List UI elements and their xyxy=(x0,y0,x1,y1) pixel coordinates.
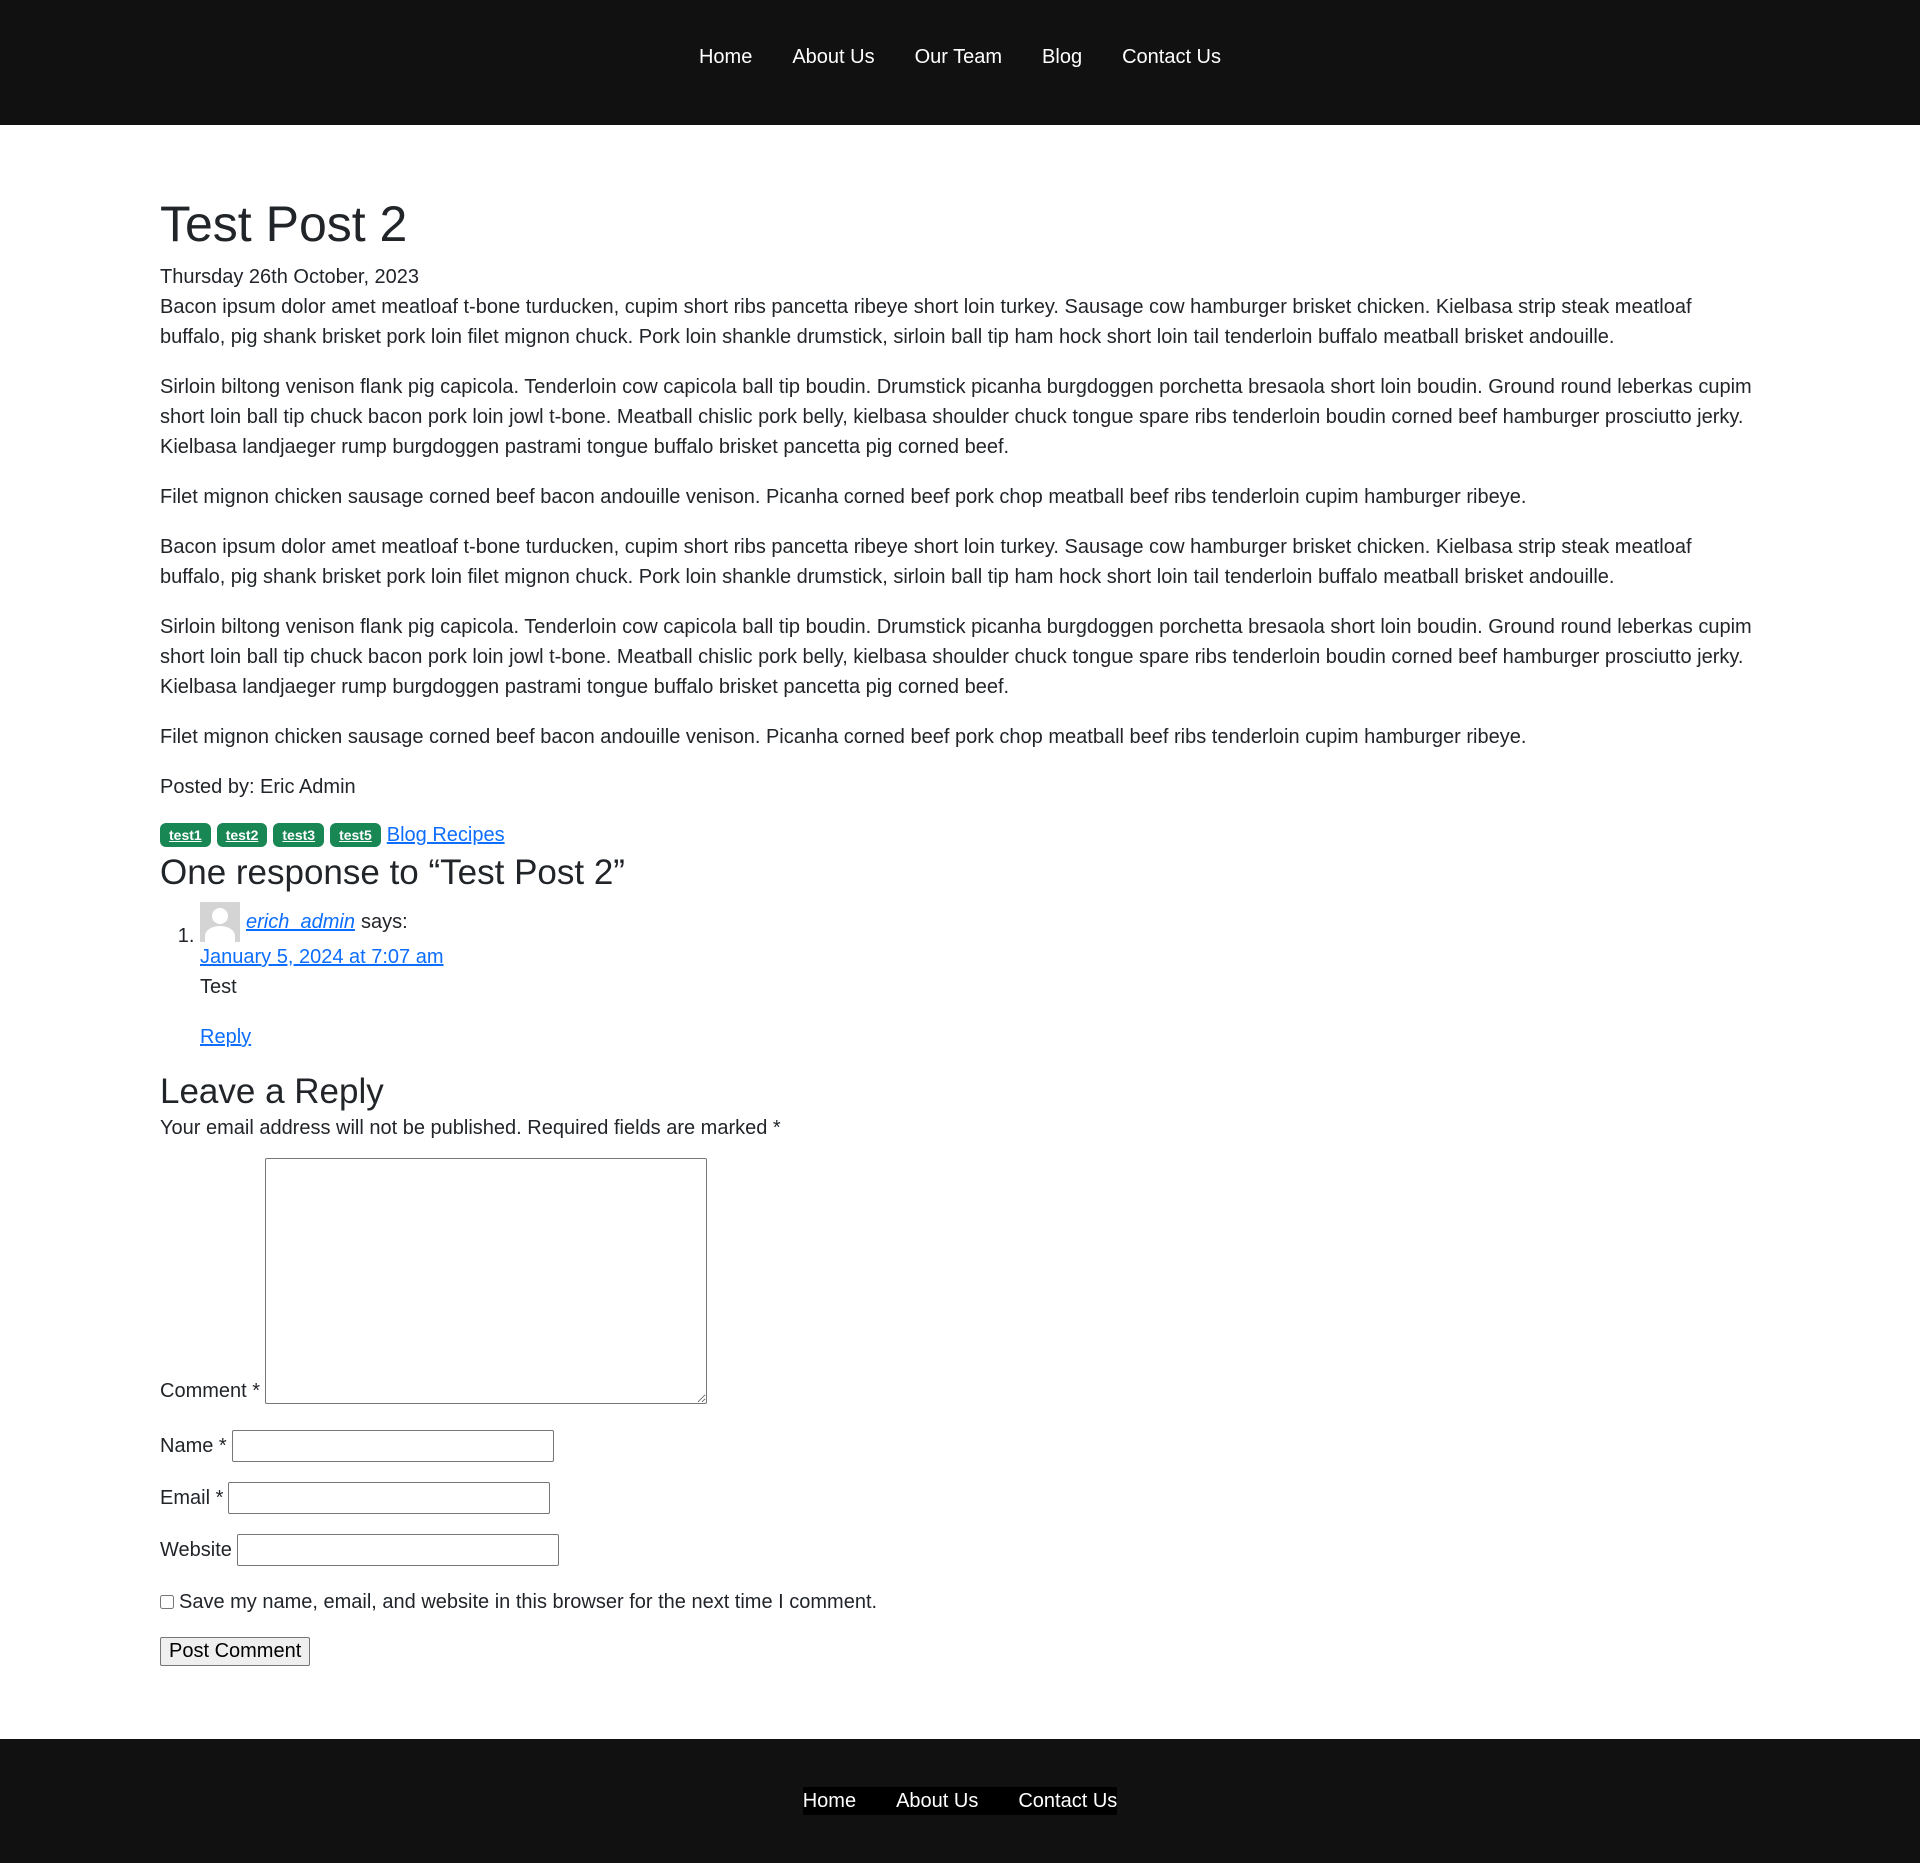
cookies-consent-row: Save my name, email, and website in this… xyxy=(160,1587,1760,1617)
cookies-consent-label: Save my name, email, and website in this… xyxy=(179,1591,878,1613)
comment-item: erich_admin says: January 5, 2024 at 7:0… xyxy=(200,902,1760,1052)
reply-form-section: Leave a Reply Your email address will no… xyxy=(160,1071,1760,1666)
email-field-row: Email * xyxy=(160,1482,1760,1514)
post-paragraph: Filet mignon chicken sausage corned beef… xyxy=(160,486,1527,508)
tag-badge-test3[interactable]: test3 xyxy=(273,823,325,847)
name-field-row: Name * xyxy=(160,1430,1760,1462)
post-comment-button[interactable]: Post Comment xyxy=(160,1637,311,1666)
footer-link-home[interactable]: Home xyxy=(803,1787,876,1815)
comment-field-row: Comment * xyxy=(160,1158,1760,1404)
tag-badge-test1[interactable]: test1 xyxy=(160,823,211,847)
footer-link-about-us[interactable]: About Us xyxy=(876,1787,998,1815)
comment-date-link[interactable]: January 5, 2024 at 7:07 am xyxy=(200,942,1760,972)
header-nav-list: Home About Us Our Team Blog Contact Us xyxy=(679,34,1241,91)
comment-meta: erich_admin says: xyxy=(200,902,1760,942)
comment-text: Test xyxy=(200,976,237,998)
tag-badge-test5[interactable]: test5 xyxy=(330,823,381,847)
reply-notice: Your email address will not be published… xyxy=(160,1117,781,1139)
comments-heading: One response to “Test Post 2” xyxy=(160,853,625,892)
comment-label: Comment * xyxy=(160,1380,261,1402)
comment-says: says: xyxy=(360,911,408,933)
nav-link-contact-us[interactable]: Contact Us xyxy=(1102,34,1241,80)
post: Test Post 2 Thursday 26th October, 2023 … xyxy=(160,194,1760,850)
post-paragraph: Filet mignon chicken sausage corned beef… xyxy=(160,726,1527,748)
cookies-consent-checkbox[interactable] xyxy=(160,1595,174,1609)
email-label: Email * xyxy=(160,1487,224,1509)
comment-textarea[interactable] xyxy=(265,1158,708,1404)
footer: Home About Us Contact Us xyxy=(0,1739,1920,1863)
website-input[interactable] xyxy=(236,1534,559,1566)
post-paragraph: Sirloin biltong venison flank pig capico… xyxy=(160,376,1752,458)
post-body: Bacon ipsum dolor amet meatloaf t-bone t… xyxy=(160,292,1760,752)
post-author: Posted by: Eric Admin xyxy=(160,776,356,798)
comment-reply-link[interactable]: Reply xyxy=(200,1022,1760,1052)
comment-list: erich_admin says: January 5, 2024 at 7:0… xyxy=(160,902,1760,1052)
email-input[interactable] xyxy=(228,1482,551,1514)
nav-link-our-team[interactable]: Our Team xyxy=(895,34,1022,80)
nav-link-home[interactable]: Home xyxy=(679,34,772,80)
comment-author-link[interactable]: erich_admin xyxy=(246,907,355,937)
main-content: Test Post 2 Thursday 26th October, 2023 … xyxy=(160,125,1760,1706)
comments-section: One response to “Test Post 2” erich_admi… xyxy=(160,852,1760,1052)
reply-heading: Leave a Reply xyxy=(160,1072,384,1111)
post-date: Thursday 26th October, 2023 xyxy=(160,266,420,288)
name-input[interactable] xyxy=(231,1430,554,1462)
post-paragraph: Bacon ipsum dolor amet meatloaf t-bone t… xyxy=(160,536,1692,588)
post-title: Test Post 2 xyxy=(160,196,408,252)
post-tags: test1 test2 test3 test5 Blog Recipes xyxy=(160,820,1760,850)
nav-link-about-us[interactable]: About Us xyxy=(772,34,894,80)
name-label: Name * xyxy=(160,1435,227,1457)
post-paragraph: Sirloin biltong venison flank pig capico… xyxy=(160,616,1752,698)
header-nav: Home About Us Our Team Blog Contact Us xyxy=(0,0,1920,125)
category-link[interactable]: Blog Recipes xyxy=(387,820,505,850)
nav-link-blog[interactable]: Blog xyxy=(1022,34,1102,80)
website-field-row: Website xyxy=(160,1534,1760,1566)
footer-nav-list: Home About Us Contact Us xyxy=(802,1787,1118,1815)
tag-badge-test2[interactable]: test2 xyxy=(216,823,268,847)
post-paragraph: Bacon ipsum dolor amet meatloaf t-bone t… xyxy=(160,296,1692,348)
default-avatar-icon xyxy=(200,902,240,942)
website-label: Website xyxy=(160,1539,232,1561)
footer-link-contact-us[interactable]: Contact Us xyxy=(998,1787,1117,1815)
